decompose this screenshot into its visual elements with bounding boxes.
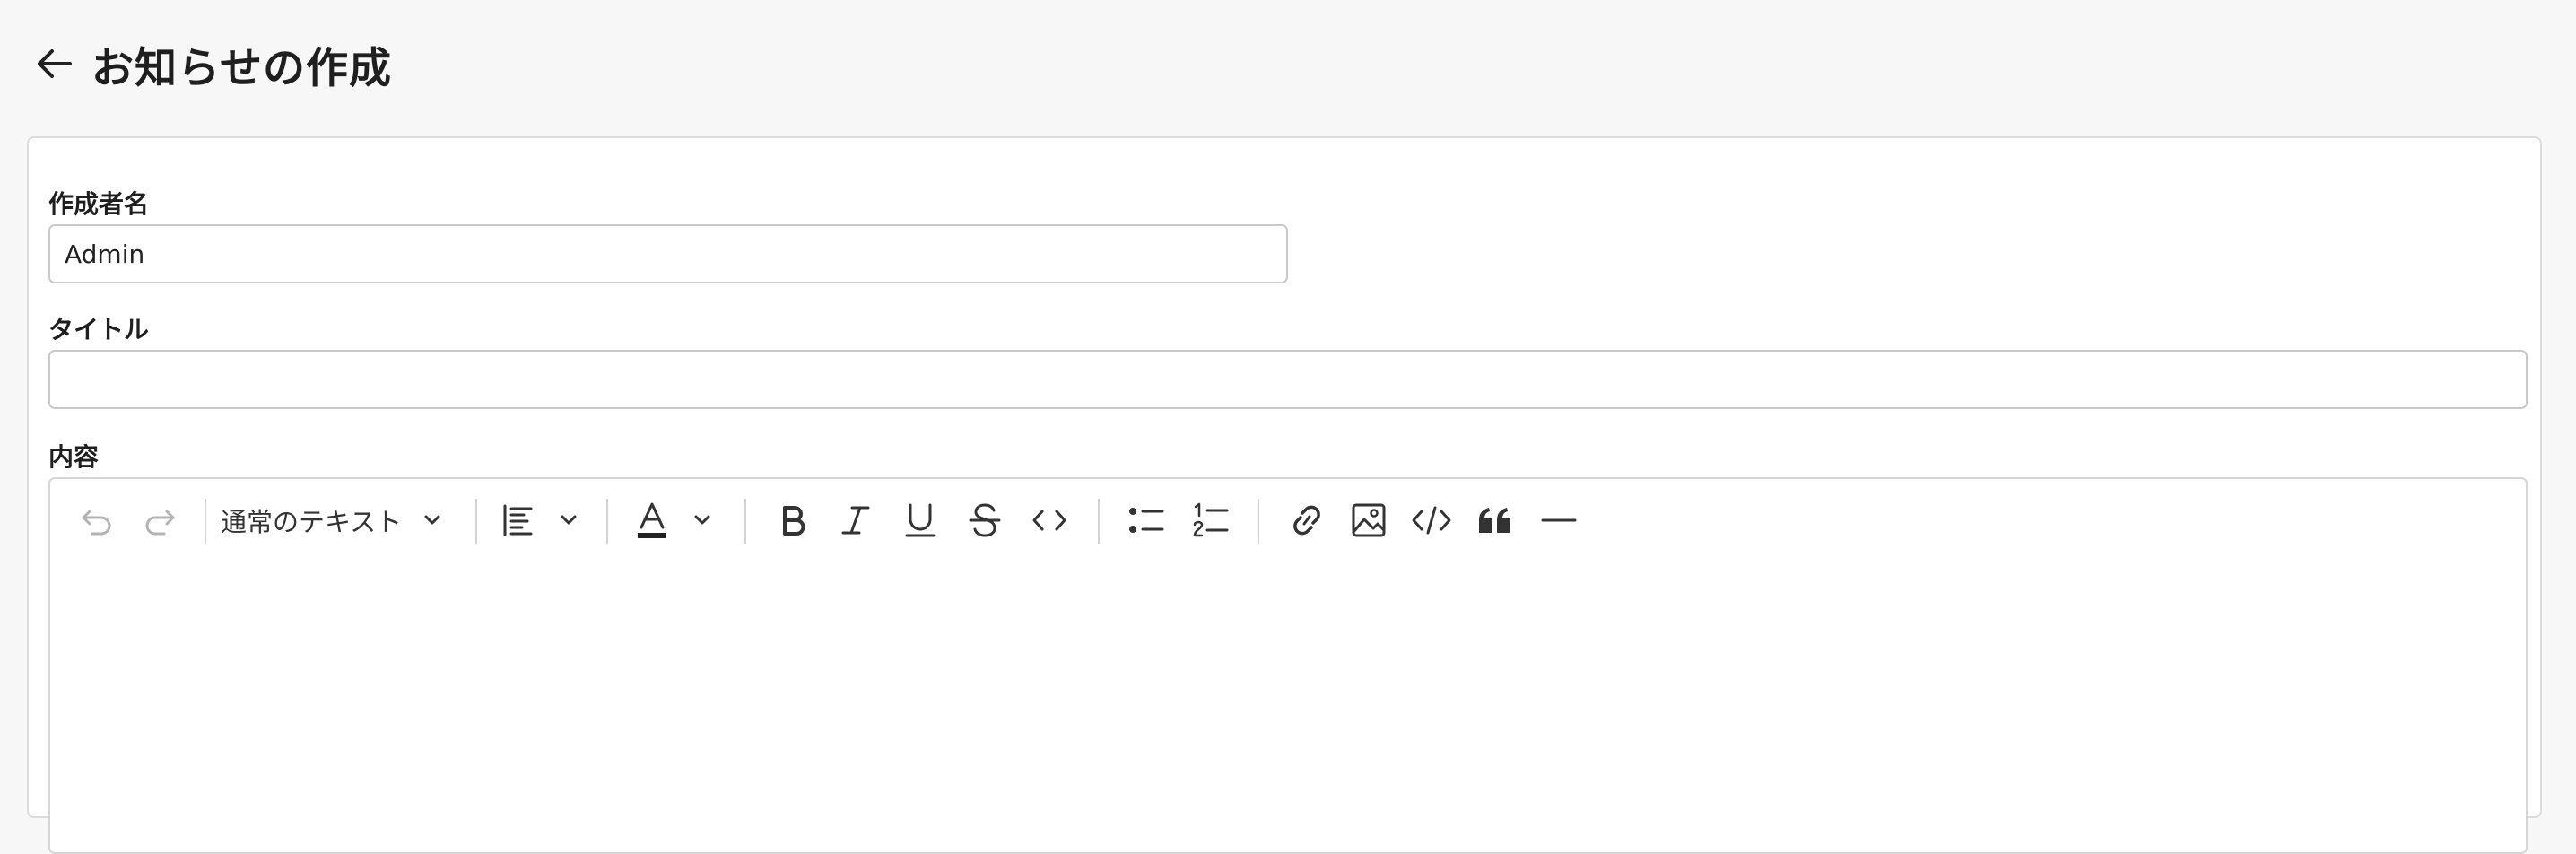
text-color-icon	[638, 502, 666, 538]
bullet-list-button[interactable]	[1118, 495, 1175, 545]
image-icon	[1352, 503, 1386, 537]
undo-icon	[82, 510, 111, 536]
align-dropdown[interactable]	[492, 495, 590, 545]
code-block-button[interactable]	[1401, 495, 1462, 545]
toolbar-separator	[606, 499, 608, 544]
quote-icon	[1479, 508, 1510, 533]
inline-code-button[interactable]	[1021, 495, 1078, 545]
title-input[interactable]	[48, 350, 2528, 409]
title-label: タイトル	[48, 315, 150, 344]
link-button[interactable]	[1277, 495, 1336, 545]
quote-button[interactable]	[1466, 495, 1523, 545]
page-title: お知らせの作成	[91, 43, 393, 93]
chevron-down-icon	[424, 515, 440, 525]
block-type-dropdown[interactable]: 通常のテキスト	[221, 495, 454, 545]
redo-button[interactable]	[135, 495, 185, 545]
chevron-down-icon	[694, 515, 710, 525]
rich-text-editor[interactable]: 通常のテキスト	[48, 477, 2528, 854]
undo-button[interactable]	[72, 495, 122, 545]
numbered-list-icon	[1193, 502, 1229, 537]
underline-button[interactable]	[893, 495, 947, 545]
content-label: 内容	[48, 442, 100, 472]
bullet-list-icon	[1129, 508, 1164, 533]
block-type-label: 通常のテキスト	[221, 507, 403, 537]
editor-toolbar: 通常のテキスト	[50, 479, 2526, 562]
toolbar-separator	[1258, 499, 1259, 544]
page-header: お知らせの作成	[34, 32, 392, 95]
numbered-list-button[interactable]	[1182, 495, 1240, 545]
chevron-down-icon	[561, 515, 577, 525]
inline-code-icon	[1032, 510, 1066, 531]
code-block-icon	[1412, 506, 1451, 535]
toolbar-separator	[744, 499, 746, 544]
author-input[interactable]	[48, 224, 1288, 283]
align-left-icon	[503, 504, 533, 536]
editor-content-area[interactable]	[50, 562, 2526, 852]
text-color-dropdown[interactable]	[624, 495, 725, 545]
horizontal-rule-button[interactable]	[1530, 495, 1588, 545]
image-button[interactable]	[1340, 495, 1397, 545]
underline-icon	[905, 503, 936, 537]
bold-button[interactable]	[766, 495, 820, 545]
toolbar-separator	[475, 499, 477, 544]
italic-button[interactable]	[829, 495, 883, 545]
back-arrow-icon[interactable]	[34, 43, 75, 84]
toolbar-separator	[205, 499, 206, 544]
strikethrough-icon	[969, 503, 1001, 537]
horizontal-rule-icon	[1541, 518, 1577, 522]
redo-icon	[145, 510, 175, 536]
author-label: 作成者名	[48, 189, 150, 219]
italic-icon	[841, 506, 870, 535]
strikethrough-button[interactable]	[958, 495, 1012, 545]
link-icon	[1293, 505, 1320, 536]
form-card: 作成者名 タイトル 内容 通常のテキスト	[27, 136, 2542, 854]
bold-icon	[783, 506, 805, 536]
toolbar-separator	[1098, 499, 1100, 544]
